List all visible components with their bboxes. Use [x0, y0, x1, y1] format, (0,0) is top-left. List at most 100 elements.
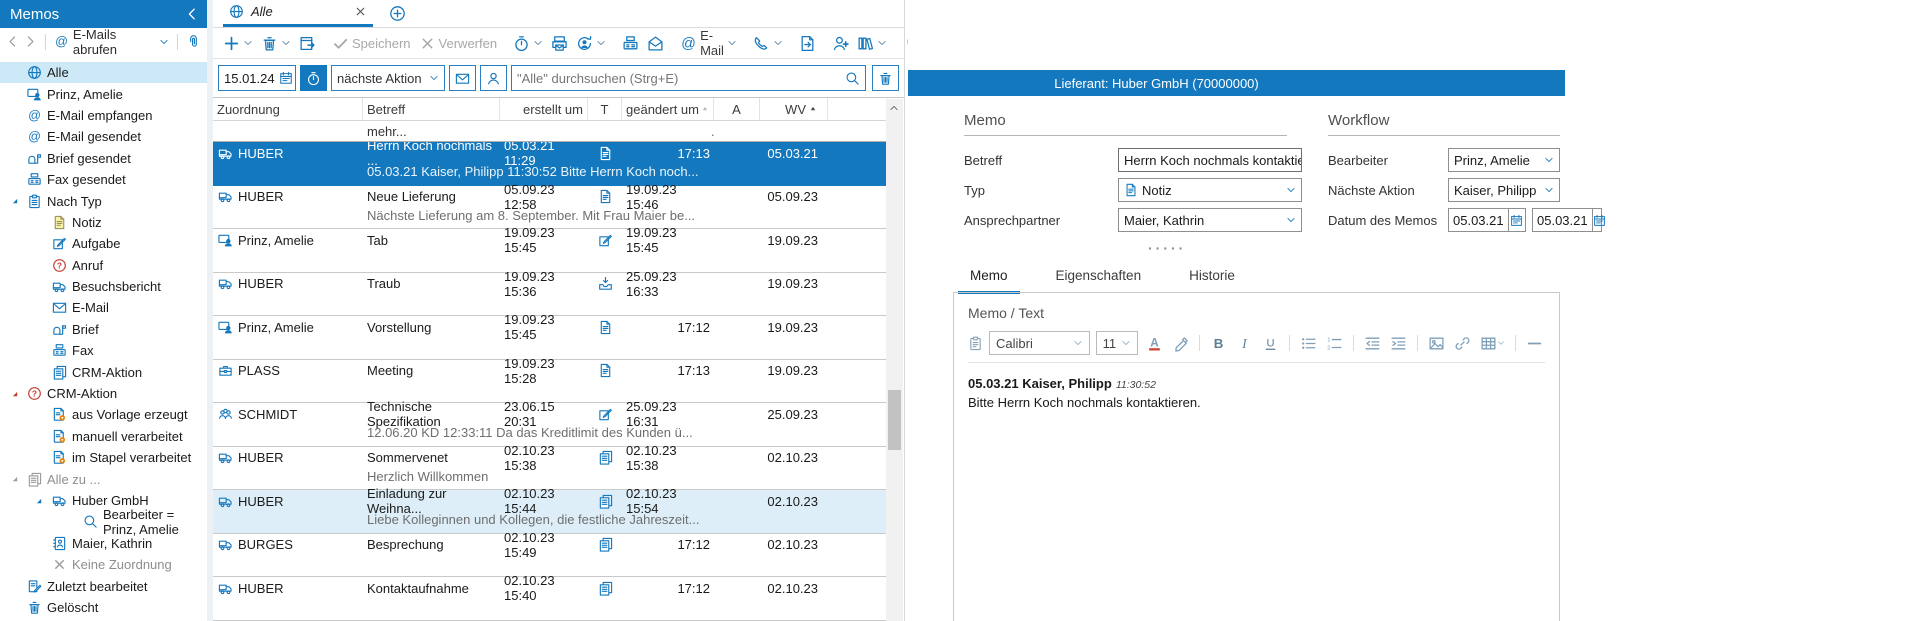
table-row[interactable]: HUBER Traub 19.09.23 15:36 25.09.23 16:3… — [213, 273, 887, 317]
outdent-button[interactable] — [1362, 335, 1383, 352]
action-filter-dropdown[interactable]: nächste Aktion — [331, 65, 445, 91]
scrollbar-thumb[interactable] — [888, 390, 901, 450]
add-contact-button[interactable] — [828, 35, 853, 52]
email-fetch-button[interactable]: @ E-Mails abrufen — [54, 27, 169, 57]
form-splitter-handle[interactable]: ····· — [1148, 240, 1186, 256]
naechste-aktion-dropdown[interactable]: Kaiser, Philipp — [1448, 178, 1560, 202]
insert-table-button[interactable] — [1478, 335, 1507, 352]
sidebar-item-brief-gesendet[interactable]: Brief gesendet — [0, 148, 207, 169]
tree-expander-icon[interactable] — [10, 196, 20, 206]
close-icon[interactable] — [354, 5, 367, 18]
chevron-left-icon[interactable] — [185, 7, 199, 21]
save-button[interactable]: Speichern — [328, 35, 415, 52]
editor-separator[interactable] — [1515, 335, 1516, 351]
sidebar-item-geloescht[interactable]: Gelöscht — [0, 597, 207, 618]
calendar-icon[interactable] — [279, 71, 293, 85]
discard-button[interactable]: Verwerfen — [415, 35, 502, 52]
clear-filter-button[interactable] — [872, 65, 899, 91]
chevron-left-icon[interactable] — [6, 35, 19, 48]
editor-separator[interactable] — [1199, 335, 1200, 351]
table-row[interactable]: HUBER Einladung zur Weihna... 02.10.23 1… — [213, 490, 887, 534]
sidebar-item-crm-aktion-typ[interactable]: CRM-Aktion — [0, 361, 207, 382]
sidebar-item-besuchsbericht[interactable]: Besuchsbericht — [0, 276, 207, 297]
print-mail-button[interactable] — [547, 35, 572, 52]
editor-separator[interactable] — [1289, 335, 1290, 351]
table-row[interactable]: HUBER Kontaktaufnahme 02.10.23 15:40 17:… — [213, 577, 887, 621]
date-filter-input[interactable]: 15.01.24 — [218, 65, 296, 91]
table-row[interactable]: HUBER Sommervenet 02.10.23 15:38 02.10.2… — [213, 447, 887, 491]
bearbeiter-dropdown[interactable]: Prinz, Amelie — [1448, 148, 1560, 172]
sidebar-item-anruf[interactable]: ? Anruf — [0, 255, 207, 276]
editor-separator[interactable] — [1417, 335, 1418, 351]
sidebar-item-fax-gesendet[interactable]: Fax gesendet — [0, 169, 207, 190]
sidebar-item-keine-zuordnung[interactable]: Keine Zuordnung — [0, 554, 207, 575]
call-button[interactable] — [749, 35, 787, 52]
person-filter-button[interactable] — [480, 65, 507, 91]
memo-date-input[interactable]: 05.03.21 — [1448, 208, 1526, 232]
tree-expander-icon[interactable] — [10, 389, 20, 399]
list-scrollbar[interactable] — [886, 99, 903, 621]
forward-contact-button[interactable] — [572, 35, 610, 52]
font-family-dropdown[interactable]: Calibri — [989, 331, 1090, 355]
sidebar-item-manuell-verarbeitet[interactable]: manuell verarbeitet — [0, 426, 207, 447]
sidebar-item-bearbeiter-prinz-amelie[interactable]: Bearbeiter = Prinz, Amelie — [0, 511, 207, 532]
indent-button[interactable] — [1388, 335, 1409, 352]
column-header-betreff[interactable]: Betreff — [363, 98, 500, 120]
fax-button[interactable] — [618, 35, 643, 52]
sidebar-item-maier-kathrin[interactable]: Maier, Kathrin — [0, 533, 207, 554]
tab-historie[interactable]: Historie — [1177, 262, 1247, 294]
insert-link-button[interactable] — [1452, 335, 1473, 352]
new-memo-button[interactable] — [219, 35, 257, 52]
mail-filter-button[interactable] — [449, 65, 476, 91]
paste-icon[interactable] — [968, 336, 983, 351]
delete-button[interactable] — [257, 35, 295, 52]
search-input[interactable]: "Alle" durchsuchen (Strg+E) — [511, 65, 866, 91]
bullet-list-button[interactable] — [1298, 335, 1319, 352]
italic-button[interactable]: I — [1234, 335, 1255, 352]
chevron-up-icon[interactable] — [889, 103, 899, 113]
reminder-button[interactable] — [509, 35, 547, 52]
table-row[interactable]: HUBER Herrn Koch nochmals ... 05.03.21 1… — [213, 142, 887, 186]
sidebar-item-fax[interactable]: Fax — [0, 340, 207, 361]
circle-plus-icon[interactable] — [389, 5, 406, 22]
table-row[interactable]: BURGES Besprechung 02.10.23 15:49 17:12 … — [213, 534, 887, 578]
memo-date-input-2[interactable]: 05.03.21 — [1532, 208, 1602, 232]
table-row[interactable]: PLASS Meeting 19.09.23 15:28 17:13 19.09… — [213, 360, 887, 404]
editor-separator[interactable] — [1353, 335, 1354, 351]
chevron-right-icon[interactable] — [24, 35, 37, 48]
font-size-dropdown[interactable]: 11 — [1096, 331, 1138, 355]
insert-image-button[interactable] — [1426, 335, 1447, 352]
bold-button[interactable]: B — [1208, 335, 1229, 352]
typ-dropdown[interactable]: Notiz — [1118, 178, 1302, 202]
sidebar-item-zuletzt-bearbeitet[interactable]: Zuletzt bearbeitet — [0, 575, 207, 596]
open-window-button[interactable] — [295, 35, 320, 52]
sidebar-item-nach-typ[interactable]: Nach Typ — [0, 190, 207, 211]
tab-alle[interactable]: Alle — [223, 0, 373, 27]
export-doc-button[interactable] — [795, 35, 820, 52]
sidebar-item-notiz[interactable]: Notiz — [0, 212, 207, 233]
column-header-wv[interactable]: WV — [760, 98, 828, 120]
column-header-zuordnung[interactable]: Zuordnung — [213, 98, 363, 120]
tab-memo[interactable]: Memo — [958, 262, 1020, 294]
column-header-typ[interactable]: T — [588, 98, 622, 120]
reminder-filter-button[interactable] — [300, 65, 327, 91]
sidebar-item-alle[interactable]: Alle — [0, 62, 207, 83]
numbered-list-button[interactable]: 12 — [1324, 335, 1345, 352]
tab-eigenschaften[interactable]: Eigenschaften — [1044, 262, 1154, 294]
editor-content[interactable]: 05.03.21 Kaiser, Philipp11:30:52 Bitte H… — [968, 375, 1545, 411]
sidebar-item-prinz-amelie[interactable]: Prinz, Amelie — [0, 83, 207, 104]
column-header-geaendert-um[interactable]: geändert um — [622, 98, 714, 120]
tree-expander-icon[interactable] — [10, 474, 20, 484]
table-row[interactable]: Prinz, Amelie Vorstellung 19.09.23 15:45… — [213, 316, 887, 360]
ansprechpartner-dropdown[interactable]: Maier, Kathrin — [1118, 208, 1302, 232]
sidebar-item-crm-aktion[interactable]: ? CRM-Aktion — [0, 383, 207, 404]
search-icon[interactable] — [845, 71, 860, 86]
highlight-button[interactable] — [1170, 335, 1191, 352]
more-link[interactable]: mehr... — [367, 124, 407, 139]
underline-button[interactable]: U — [1260, 335, 1281, 352]
paperclip-icon[interactable] — [186, 34, 201, 49]
email-button[interactable]: @ E-Mail — [676, 28, 741, 58]
table-row[interactable]: Prinz, Amelie Tab 19.09.23 15:45 19.09.2… — [213, 229, 887, 273]
sidebar-item-alle-zu[interactable]: Alle zu ... — [0, 468, 207, 489]
table-row[interactable]: HUBER Neue Lieferung 05.09.23 12:58 19.0… — [213, 186, 887, 230]
